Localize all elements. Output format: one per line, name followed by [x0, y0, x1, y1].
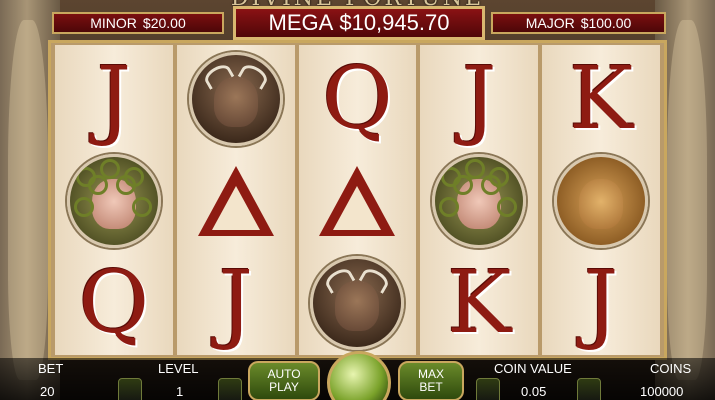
bet-value: 20: [40, 384, 55, 399]
mega-jackpot: MEGA $10,945.70: [233, 6, 485, 40]
reel-symbol: [542, 149, 660, 253]
reel-1: JQ: [55, 45, 173, 355]
reel-4: JK: [420, 45, 539, 355]
reel-symbol: K: [420, 251, 538, 355]
reel-symbol: J: [177, 251, 295, 355]
mega-jackpot-label: MEGA: [268, 10, 334, 35]
level-label: LEVEL: [158, 361, 199, 376]
coins-label: COINS: [650, 361, 692, 376]
symbol-q: Q: [322, 49, 393, 149]
coins-value: 100000: [640, 384, 684, 399]
reel-2: J: [176, 45, 295, 355]
symbol-bull-icon: [310, 256, 405, 350]
symbol-lion-icon: [554, 154, 649, 248]
level-value: 1: [176, 384, 184, 399]
mega-jackpot-value: $10,945.70: [339, 10, 450, 35]
level-increase-button[interactable]: [218, 378, 242, 400]
major-jackpot-value: $100.00: [580, 15, 632, 31]
coin-value-value: 0.05: [521, 384, 547, 399]
reel-grid: JQJQJKKJ: [48, 40, 667, 360]
symbol-k: K: [568, 49, 634, 149]
symbol-j: J: [96, 49, 132, 149]
symbol-delta-icon: [197, 166, 274, 236]
symbol-j: J: [218, 253, 253, 353]
reel-symbol: Q: [299, 47, 417, 151]
autoplay-label-line2: PLAY: [269, 380, 299, 394]
symbol-j: J: [462, 49, 497, 149]
reel-symbol: Q: [55, 251, 173, 355]
symbol-j: J: [583, 253, 619, 353]
reel-5: KJ: [542, 45, 660, 355]
reel-symbol: J: [542, 251, 660, 355]
bet-decrease-button[interactable]: [118, 378, 142, 400]
max-bet-button[interactable]: MAX BET: [398, 361, 464, 400]
minor-jackpot-value: $20.00: [142, 15, 186, 31]
symbol-q: Q: [78, 253, 150, 353]
symbol-k: K: [447, 253, 512, 353]
reel-symbol: [299, 149, 417, 253]
coin-value-decrease-button[interactable]: [476, 378, 500, 400]
bet-label: BET: [38, 361, 64, 376]
symbol-bull-icon: [188, 52, 283, 146]
minor-jackpot-label: MINOR: [90, 15, 137, 31]
major-jackpot-label: MAJOR: [525, 15, 575, 31]
reel-symbol: [55, 149, 173, 253]
major-jackpot: MAJOR $100.00: [491, 12, 666, 34]
reel-symbol: [177, 149, 295, 253]
reel-symbol: J: [420, 47, 538, 151]
coin-value-label: COIN VALUE: [494, 361, 572, 376]
reel-3: Q: [298, 45, 417, 355]
symbol-delta-icon: [319, 166, 396, 236]
reel-symbol: [177, 47, 295, 151]
autoplay-button[interactable]: AUTO PLAY: [248, 361, 320, 400]
symbol-medusa-icon: [432, 154, 527, 248]
max-bet-label-line2: BET: [419, 380, 443, 394]
game-stage: DIVINE FORTUNE MINOR $20.00 MEGA $10,945…: [0, 0, 715, 400]
minor-jackpot: MINOR $20.00: [52, 12, 224, 34]
symbol-medusa-icon: [66, 154, 161, 248]
reel-symbol: [299, 251, 417, 355]
reel-symbol: [420, 149, 538, 253]
reel-symbol: K: [542, 47, 660, 151]
coin-value-increase-button[interactable]: [577, 378, 601, 400]
reel-symbol: J: [55, 47, 173, 151]
